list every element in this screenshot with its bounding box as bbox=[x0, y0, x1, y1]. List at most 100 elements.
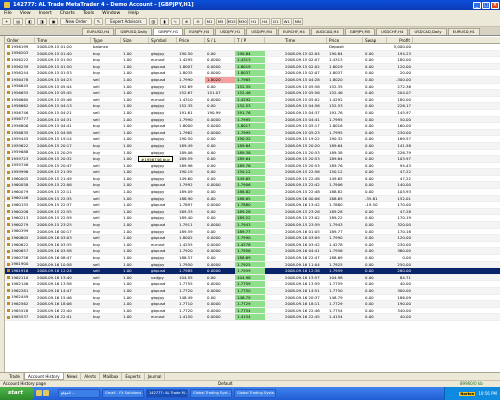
table-row[interactable]: 1956660 2008.09.15 05:46 sell 1.00 eurusd 1.4… bbox=[5, 96, 500, 104]
table-row[interactable]: 1956835 2008.09.15 04:58 sell 1.00 gbpusd 1.7… bbox=[5, 129, 500, 137]
table-row[interactable]: 1959996 2008.09.15 21:39 sell 1.00 gbpjpy 190… bbox=[5, 169, 500, 176]
menu-tools[interactable]: Tools bbox=[83, 11, 94, 16]
tab-mailbox[interactable]: Mailbox bbox=[100, 373, 123, 380]
chart-tab[interactable]: AUDCAD,H4 bbox=[310, 28, 344, 35]
line-chart-icon[interactable]: ∿ bbox=[170, 18, 180, 25]
taskbar-item-active[interactable]: 142777: AL Trade M... bbox=[146, 389, 188, 398]
chart-tab[interactable]: EURCHF,H4 bbox=[278, 28, 310, 35]
norton-icon[interactable]: Norton bbox=[459, 391, 476, 396]
table-row[interactable]: 1962449 2008.09.16 15:46 buy 1.00 gbpjpy 148.… bbox=[5, 294, 500, 302]
navigator-icon[interactable]: ◨ bbox=[36, 18, 47, 25]
menu-help[interactable]: Help bbox=[128, 11, 138, 16]
column-open-price[interactable]: Price bbox=[177, 37, 205, 43]
timeframe-d1[interactable]: D1 bbox=[270, 18, 281, 25]
table-row[interactable]: 1956806 2008.09.15 04:41 buy 1.00 gbpusd 1.80… bbox=[5, 123, 500, 130]
table-row[interactable]: 1956478 2008.09.15 04:23 sell 1.00 gbpusd 1.7… bbox=[5, 76, 500, 84]
start-button[interactable]: start bbox=[0, 387, 34, 400]
market-watch-icon[interactable]: ◧ bbox=[25, 18, 35, 25]
new-chart-icon[interactable]: + bbox=[2, 18, 12, 25]
tab-account-history[interactable]: Account History bbox=[23, 373, 64, 380]
profiles-icon[interactable]: ▤ bbox=[13, 18, 24, 25]
taskbar-item[interactable]: الموقع ... bbox=[58, 389, 100, 398]
close-button[interactable]: × bbox=[491, 1, 499, 9]
tab-experts[interactable]: Experts bbox=[122, 373, 145, 380]
table-row[interactable]: 1956199 2008.09.15 01:20 balance Deposit 5,0… bbox=[5, 44, 500, 51]
column-profit[interactable]: Profit bbox=[387, 37, 413, 43]
column-swap[interactable]: Swap bbox=[363, 37, 387, 43]
table-row[interactable]: 1961900 2008.09.16 10:58 sell 1.00 gbpjpy 1.7… bbox=[5, 261, 500, 269]
timeframe-m1[interactable]: M1 bbox=[204, 18, 215, 25]
chart-tab[interactable]: GBPUSD,Daily bbox=[115, 28, 153, 35]
chart-tab-active[interactable]: GBPJPY,H1 bbox=[153, 28, 184, 35]
minimize-button[interactable]: _ bbox=[473, 1, 481, 9]
table-row[interactable]: 1959746 2008.09.15 20:47 sell 1.00 gbpjpy 189… bbox=[5, 162, 500, 170]
table-row[interactable]: 1956655 2008.09.15 05:45 sell 1.00 gbpjpy 152… bbox=[5, 90, 500, 97]
column-type[interactable]: Type bbox=[91, 37, 121, 43]
column-close-time[interactable]: Time bbox=[265, 37, 327, 43]
table-row[interactable]: 1961916 2008.09.16 12:24 sell 1.00 gbpusd 1.7… bbox=[5, 268, 500, 275]
timeframe-m15[interactable]: M15 bbox=[226, 18, 237, 25]
column-open-time[interactable]: Time bbox=[35, 37, 91, 43]
chart-tab[interactable]: EURJPY,H4 bbox=[184, 28, 215, 35]
tab-alerts[interactable]: Alerts bbox=[81, 373, 101, 380]
timeframe-w1[interactable]: W1 bbox=[281, 18, 292, 25]
table-row[interactable]: 1956662 2008.09.15 04:13 buy 1.00 gbpjpy 152.… bbox=[5, 103, 500, 110]
table-row[interactable]: 1962110 2008.09.16 13:40 sell 1.00 usdjpy 104… bbox=[5, 274, 500, 282]
taskbar-item[interactable]: Global Trading Syst... bbox=[190, 389, 232, 398]
chart-tab[interactable]: USDJPY,M4 bbox=[246, 28, 278, 35]
menu-file[interactable]: File bbox=[4, 11, 12, 16]
table-row[interactable]: 1960279 2008.09.15 23:25 buy 1.00 gbpusd 1.79… bbox=[5, 222, 500, 229]
chart-tab[interactable]: EURUSD,H1 bbox=[447, 28, 480, 35]
chart-tab[interactable]: USDCHF,H4 bbox=[376, 28, 409, 35]
chart-tab[interactable]: EURUSD,H4 bbox=[82, 28, 115, 35]
table-row[interactable]: 1962562 2008.09.16 18:06 buy 1.00 gbpusd 1.77… bbox=[5, 301, 500, 308]
taskbar-item[interactable]: Global Trading Syste... bbox=[234, 389, 276, 398]
quick-launch-icon[interactable] bbox=[43, 389, 49, 396]
table-row[interactable]: 1956239 2008.09.15 01:50 buy 1.00 gbpusd 1.80… bbox=[5, 63, 500, 71]
table-row[interactable]: 1960622 2008.09.16 03:35 buy 1.00 eurusd 1.42… bbox=[5, 241, 500, 249]
column-stop-loss[interactable]: S / L bbox=[205, 37, 235, 43]
chart-tab[interactable]: USDJPY,H1 bbox=[215, 28, 246, 35]
quick-launch-icon[interactable] bbox=[36, 389, 42, 396]
table-row[interactable]: 1959445 2008.09.15 19:14 sell 1.00 gbpjpy 190… bbox=[5, 136, 500, 143]
table-row[interactable]: 1956244 2008.09.15 01:53 buy 1.00 gbpusd 1.80… bbox=[5, 70, 500, 77]
timeframe-m30[interactable]: M30 bbox=[237, 18, 248, 25]
tab-news[interactable]: News bbox=[64, 373, 82, 380]
maximize-button[interactable]: □ bbox=[482, 1, 490, 9]
taskbar-item[interactable]: Gmail - FX Solutions ... bbox=[102, 389, 144, 398]
terminal-icon[interactable]: ▣ bbox=[48, 18, 59, 25]
timeframe-h4[interactable]: H4 bbox=[259, 18, 270, 25]
column-close-price[interactable]: Price bbox=[327, 37, 363, 43]
table-row[interactable]: 1962281 2008.09.16 14:47 buy 1.00 gbpusd 1.77… bbox=[5, 287, 500, 295]
new-order-button[interactable]: New Order bbox=[60, 18, 92, 25]
table-row[interactable]: 1956777 2008.09.15 04:31 sell 1.00 gbpjpy 1.7… bbox=[5, 116, 500, 124]
table-row[interactable]: 1960058 2008.09.15 22:06 buy 1.00 gbpusd 1.79… bbox=[5, 182, 500, 190]
candles-icon[interactable]: ▮ bbox=[160, 18, 169, 25]
timeframe-h1[interactable]: H1 bbox=[248, 18, 259, 25]
table-row[interactable]: 1959688 2008.09.15 20:29 buy 1.00 gbpjpy 189.… bbox=[5, 149, 500, 157]
menu-insert[interactable]: Insert bbox=[39, 11, 52, 16]
column-order[interactable]: Order bbox=[5, 37, 35, 43]
table-row[interactable]: 1965528 2008.09.16 22:40 buy 1.00 gbpusd 1.77… bbox=[5, 307, 500, 315]
menu-window[interactable]: Window bbox=[102, 11, 120, 16]
chart-tab[interactable]: GBPJPY,M5 bbox=[344, 28, 376, 35]
table-row[interactable]: 1960155 2008.09.15 22:37 sell 1.00 gbpusd 1.7… bbox=[5, 202, 500, 209]
zoom-in-icon[interactable]: ⊕ bbox=[181, 18, 192, 25]
expert-advisors-button[interactable]: Expert Advisors bbox=[105, 18, 147, 25]
table-row[interactable]: 1956222 2008.09.15 01:50 buy 1.00 eurusd 1.42… bbox=[5, 57, 500, 64]
table-row[interactable]: 1960758 2008.09.16 08:47 buy 1.00 gbpjpy 188.… bbox=[5, 255, 500, 262]
timeframe-mn[interactable]: MN bbox=[292, 18, 303, 25]
column-symbol[interactable]: Symbol bbox=[149, 37, 177, 43]
table-row[interactable]: 1962146 2008.09.16 13:58 buy 1.00 gbpusd 1.77… bbox=[5, 281, 500, 288]
menu-charts[interactable]: Charts bbox=[60, 11, 75, 16]
tab-journal[interactable]: Journal bbox=[145, 373, 166, 380]
menu-view[interactable]: View bbox=[20, 11, 31, 16]
table-row[interactable]: 1960657 2008.09.16 03:58 buy 1.00 gbpusd 1.79… bbox=[5, 248, 500, 255]
chart-tab[interactable]: USDCAD,Daily bbox=[409, 28, 447, 35]
table-row[interactable]: 1956746 2008.09.15 04:21 sell 1.00 gbpjpy 191… bbox=[5, 109, 500, 117]
table-row[interactable]: 1960079 2008.09.15 22:11 sell 1.00 gbpjpy 189… bbox=[5, 189, 500, 196]
metaeditor-icon[interactable]: ✎ bbox=[93, 18, 104, 25]
bar-chart-icon[interactable]: ▥ bbox=[148, 18, 159, 25]
table-row[interactable]: 1960399 2008.09.16 00:17 buy 1.00 gbpjpy 189.… bbox=[5, 228, 500, 236]
table-row[interactable]: 19597232008.09.15 20:32buy1.00gbpjpy189.… bbox=[5, 156, 500, 163]
